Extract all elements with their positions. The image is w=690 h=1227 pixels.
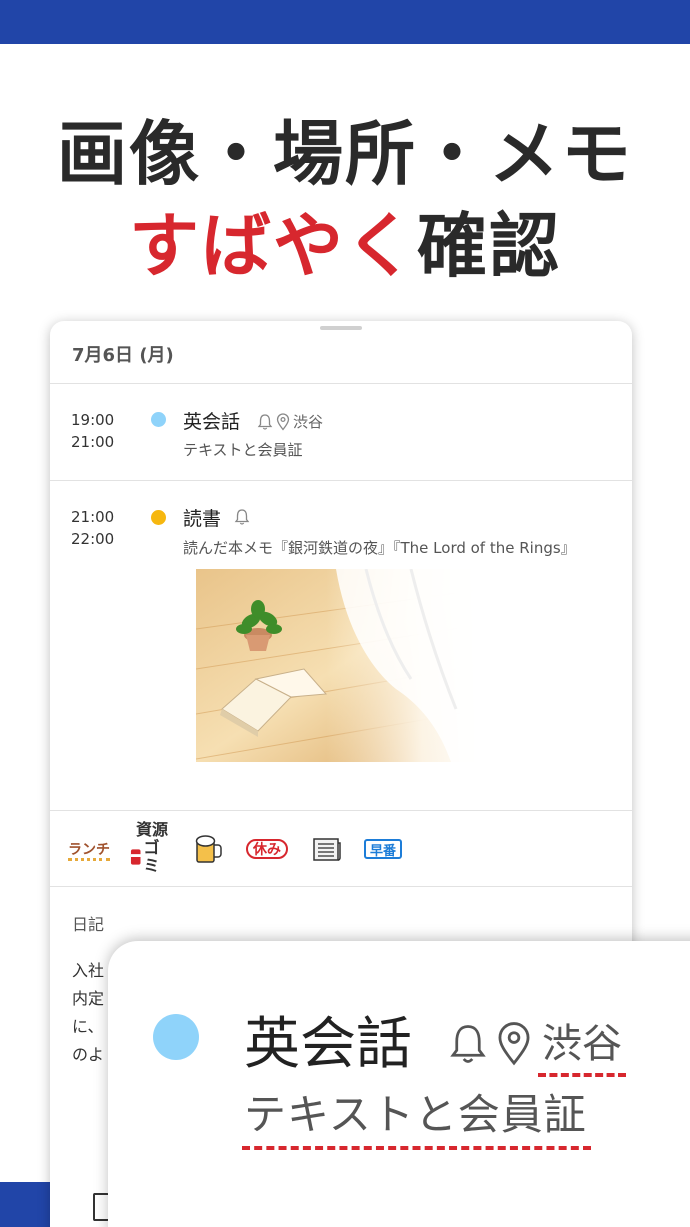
stamp-lunch[interactable]: ランチ <box>68 839 110 861</box>
headline-highlight: すばやく <box>129 205 417 287</box>
event-end: 21:00 <box>71 433 115 451</box>
top-brand-band <box>0 0 690 44</box>
event-title: 読書 <box>183 508 222 530</box>
attached-photo[interactable] <box>196 569 486 762</box>
event-times: 21:00 22:00 <box>71 506 114 550</box>
card-date: 7月6日 (月) <box>72 345 174 366</box>
headline-tail: 確認 <box>417 205 561 287</box>
event-start: 19:00 <box>71 411 115 429</box>
event-note: テキストと会員証 <box>183 441 303 459</box>
headline-line-2: すばやく確認 <box>0 190 690 291</box>
zoom-event-meta: 渋谷 <box>448 1011 626 1077</box>
zoom-callout: 英会話 渋谷 テキストと会員証 <box>108 941 690 1227</box>
diary-line: 入社 <box>72 961 105 980</box>
event-color-dot <box>151 412 166 427</box>
diary-line: 内定 <box>72 989 105 1008</box>
diary-line: に、 <box>72 1017 104 1036</box>
bell-icon <box>257 413 273 431</box>
diary-text[interactable]: 入社 内定 に、 のよ <box>72 957 104 1069</box>
stamp-recycling-top: 資源 <box>135 820 168 839</box>
stamp-early-shift[interactable]: 早番 <box>364 839 403 859</box>
beer-mug-icon[interactable] <box>191 833 225 865</box>
stamp-recycling-row: ゴミ <box>130 839 174 875</box>
divider <box>50 886 632 887</box>
zoom-event-title: 英会話 <box>244 1012 412 1077</box>
event-row[interactable]: 21:00 22:00 読書 読んだ本メモ『銀河鉄道の夜』『The Lord o… <box>50 480 632 810</box>
bell-icon <box>234 508 250 526</box>
can-icon <box>130 849 141 865</box>
diary-label: 日記 <box>72 915 105 934</box>
stamp-row: ランチ 資源 ゴミ 休み 早番 <box>50 811 632 886</box>
event-note: 読んだ本メモ『銀河鉄道の夜』『The Lord of the Rings』 <box>183 539 576 557</box>
bell-icon <box>448 1021 488 1067</box>
event-color-dot <box>151 510 166 525</box>
zoom-event-location: 渋谷 <box>538 1011 626 1077</box>
headline-line-1: 画像・場所・メモ <box>57 113 633 195</box>
event-location: 渋谷 <box>293 413 324 431</box>
diary-line: のよ <box>72 1045 105 1064</box>
location-pin-icon <box>276 412 290 431</box>
event-meta <box>234 508 250 526</box>
drag-handle[interactable] <box>320 326 362 330</box>
event-row[interactable]: 19:00 21:00 英会話 渋谷 テキストと会員証 <box>50 383 632 480</box>
newspaper-icon[interactable] <box>311 833 343 865</box>
zoom-event-color-dot <box>153 1014 199 1060</box>
event-start: 21:00 <box>71 508 115 526</box>
event-meta: 渋谷 <box>257 411 323 432</box>
location-pin-icon <box>496 1021 532 1067</box>
stamp-recycling[interactable]: 資源 ゴミ <box>130 819 174 877</box>
stamp-day-off[interactable]: 休み <box>246 839 288 859</box>
calendar-tab-icon[interactable] <box>93 1193 109 1221</box>
event-times: 19:00 21:00 <box>71 409 114 453</box>
zoom-event-note: テキストと会員証 <box>242 1081 591 1150</box>
stamp-recycling-bottom: ゴミ <box>143 838 160 875</box>
event-end: 22:00 <box>71 530 115 548</box>
event-title: 英会話 <box>183 411 241 433</box>
